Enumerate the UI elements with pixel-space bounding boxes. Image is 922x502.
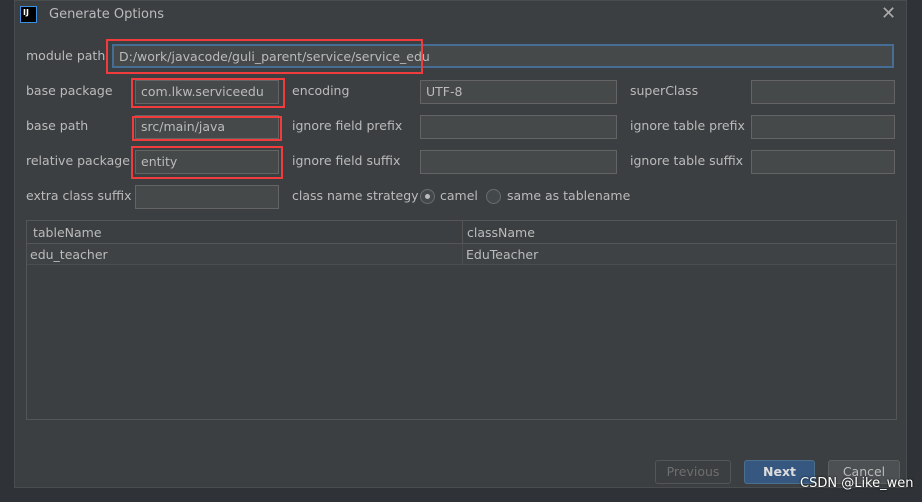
tables-grid: tableName className edu_teacher EduTeach… [26,220,897,420]
app-logo-icon: IJ [20,6,37,23]
cell-tablename[interactable]: edu_teacher [27,244,463,265]
radio-camel[interactable] [420,189,435,204]
highlight-box [131,146,283,179]
previous-button[interactable]: Previous [655,460,731,484]
dialog-title: Generate Options [49,7,165,22]
ignore-table-suffix-input[interactable] [751,150,895,174]
column-header-tablename[interactable]: tableName [27,221,463,244]
module-path-label: module path [26,48,106,63]
ignore-field-prefix-label: ignore field prefix [292,118,403,133]
encoding-label: encoding [292,83,350,98]
base-package-label: base package [26,83,113,98]
base-path-label: base path [26,118,89,133]
column-header-classname[interactable]: className [463,221,896,244]
extra-class-suffix-input[interactable] [135,185,279,209]
ignore-table-prefix-input[interactable] [751,115,895,139]
encoding-input[interactable]: UTF-8 [420,80,617,104]
cell-classname[interactable]: EduTeacher [463,244,896,265]
highlight-box [132,116,282,141]
highlight-box [106,39,423,74]
extra-class-suffix-label: extra class suffix [26,188,132,203]
radio-same-as-tablename-label[interactable]: same as tablename [507,185,630,207]
ignore-field-prefix-input[interactable] [420,115,617,139]
ignore-field-suffix-label: ignore field suffix [292,153,401,168]
superclass-input[interactable] [751,80,895,104]
generate-options-dialog: IJ Generate Options ✕ module path D:/wor… [14,0,907,488]
radio-same-as-tablename[interactable] [486,189,501,204]
highlight-box [131,78,285,108]
close-icon[interactable]: ✕ [881,3,896,24]
superclass-label: superClass [630,83,699,98]
ignore-table-suffix-label: ignore table suffix [630,153,744,168]
ignore-field-suffix-input[interactable] [420,150,617,174]
watermark: CSDN @Like_wen [800,476,914,491]
class-name-strategy-label: class name strategy [292,188,419,203]
ignore-table-prefix-label: ignore table prefix [630,118,745,133]
radio-camel-label[interactable]: camel [440,185,478,207]
relative-package-label: relative package [26,153,130,168]
